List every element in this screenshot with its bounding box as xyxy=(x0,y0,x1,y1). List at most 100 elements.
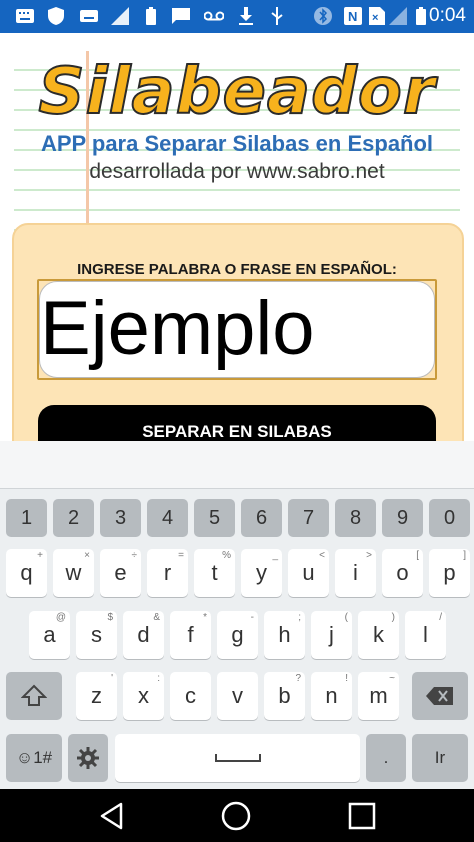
key-s[interactable]: s $ xyxy=(76,611,117,659)
key-o[interactable]: o[ xyxy=(382,549,423,597)
key-9-label: 9 xyxy=(396,506,409,529)
key-g-hint: - xyxy=(250,612,254,623)
word-input-value[interactable]: Ejemplo xyxy=(40,283,315,375)
key-s-label: s xyxy=(91,622,102,647)
key-r-label: r xyxy=(163,560,172,585)
usb-icon xyxy=(266,6,288,26)
settings-key[interactable] xyxy=(68,734,108,782)
shift-key[interactable] xyxy=(6,672,62,720)
key-j[interactable]: j( xyxy=(311,611,352,659)
app-content: Silabeador APP para Separar Silabas en E… xyxy=(0,33,474,441)
key-e-hint: ÷ xyxy=(131,550,138,561)
key-y-label: y xyxy=(256,560,267,585)
key-a-label: a xyxy=(43,622,56,647)
backspace-key[interactable] xyxy=(412,672,468,720)
key-z-hint: ' xyxy=(111,673,113,684)
key-t-hint: % xyxy=(222,550,231,561)
key-m[interactable]: m ~ xyxy=(358,672,399,720)
key-z[interactable]: z ' xyxy=(76,672,117,720)
key-f-hint: * xyxy=(203,612,207,623)
key-7-label: 7 xyxy=(302,506,315,529)
space-key[interactable] xyxy=(115,734,360,782)
key-f-label: f xyxy=(187,622,194,647)
key-2[interactable]: 2 xyxy=(53,499,94,537)
key-d-label: d xyxy=(137,622,150,647)
key-k-hint: ) xyxy=(391,612,395,623)
key-k[interactable]: k) xyxy=(358,611,399,659)
key-m-label: m xyxy=(369,683,388,708)
space-bar-icon xyxy=(214,754,261,762)
key-n-label: n xyxy=(325,683,338,708)
key-i-hint: > xyxy=(366,550,372,561)
back-icon[interactable] xyxy=(94,799,130,833)
key-x[interactable]: x: xyxy=(123,672,164,720)
key-l[interactable]: l / xyxy=(405,611,446,659)
key-u[interactable]: u < xyxy=(288,549,329,597)
period-key[interactable]: . xyxy=(366,734,406,782)
key-1-label: 1 xyxy=(20,506,33,529)
key-1[interactable]: 1 xyxy=(6,499,47,537)
key-q[interactable]: q + xyxy=(6,549,47,597)
key-i[interactable]: i > xyxy=(335,549,376,597)
key-c-label: c xyxy=(185,683,196,708)
key-z-label: z xyxy=(91,683,102,708)
key-j-hint: ( xyxy=(344,612,348,623)
key-8-label: 8 xyxy=(349,506,362,529)
keyboard-icon xyxy=(78,6,100,26)
app-logo: Silabeador xyxy=(38,54,436,130)
key-a[interactable]: a @ xyxy=(29,611,70,659)
key-j-label: j xyxy=(329,622,334,647)
key-8[interactable]: 8 xyxy=(335,499,376,537)
separate-syllables-button[interactable]: SEPARAR EN SILABAS xyxy=(38,405,436,441)
shield-icon xyxy=(45,6,67,26)
key-5[interactable]: 5 xyxy=(194,499,235,537)
svg-text:N: N xyxy=(348,9,357,24)
key-3[interactable]: 3 xyxy=(100,499,141,537)
key-x-hint: : xyxy=(157,673,160,684)
key-w-label: w xyxy=(65,560,82,585)
enter-key-label: Ir xyxy=(434,748,446,767)
key-i-label: i xyxy=(353,560,358,585)
key-4[interactable]: 4 xyxy=(147,499,188,537)
key-f[interactable]: f * xyxy=(170,611,211,659)
key-g[interactable]: g- xyxy=(217,611,258,659)
developer-credit: desarrollada por www.sabro.net xyxy=(89,160,385,183)
key-n[interactable]: n! xyxy=(311,672,352,720)
key-p[interactable]: p] xyxy=(429,549,470,597)
key-w[interactable]: w × xyxy=(53,549,94,597)
period-key-label: . xyxy=(383,748,389,767)
key-n-hint: ! xyxy=(345,673,348,684)
key-t[interactable]: t% xyxy=(194,549,235,597)
enter-key[interactable]: Ir xyxy=(412,734,468,782)
key-c[interactable]: c xyxy=(170,672,211,720)
key-6[interactable]: 6 xyxy=(241,499,282,537)
key-0-label: 0 xyxy=(443,506,456,529)
key-h-hint: ; xyxy=(298,612,301,623)
key-t-label: t xyxy=(211,560,218,585)
no-sim-icon: × xyxy=(366,6,388,26)
key-w-hint: × xyxy=(84,550,90,561)
key-9[interactable]: 9 xyxy=(382,499,423,537)
key-v[interactable]: v xyxy=(217,672,258,720)
key-b[interactable]: b? xyxy=(264,672,305,720)
key-0[interactable]: 0 xyxy=(429,499,470,537)
key-v-label: v xyxy=(232,683,243,708)
shift-icon xyxy=(21,684,47,706)
key-6-label: 6 xyxy=(255,506,268,529)
key-r[interactable]: r = xyxy=(147,549,188,597)
key-d[interactable]: d & xyxy=(123,611,164,659)
key-e[interactable]: e ÷ xyxy=(100,549,141,597)
symbols-key[interactable]: ☺1# xyxy=(6,734,62,782)
key-y[interactable]: y _ xyxy=(241,549,282,597)
key-x-label: x xyxy=(138,683,149,708)
recents-icon[interactable] xyxy=(344,799,380,833)
key-2-label: 2 xyxy=(67,506,80,529)
home-icon[interactable] xyxy=(218,799,254,833)
key-4-label: 4 xyxy=(161,506,174,529)
key-h-label: h xyxy=(278,622,291,647)
svg-text:×: × xyxy=(372,12,378,24)
key-r-hint: = xyxy=(178,550,184,561)
key-h[interactable]: h; xyxy=(264,611,305,659)
input-label: INGRESE PALABRA O FRASE EN ESPAÑOL: xyxy=(77,261,397,278)
key-7[interactable]: 7 xyxy=(288,499,329,537)
